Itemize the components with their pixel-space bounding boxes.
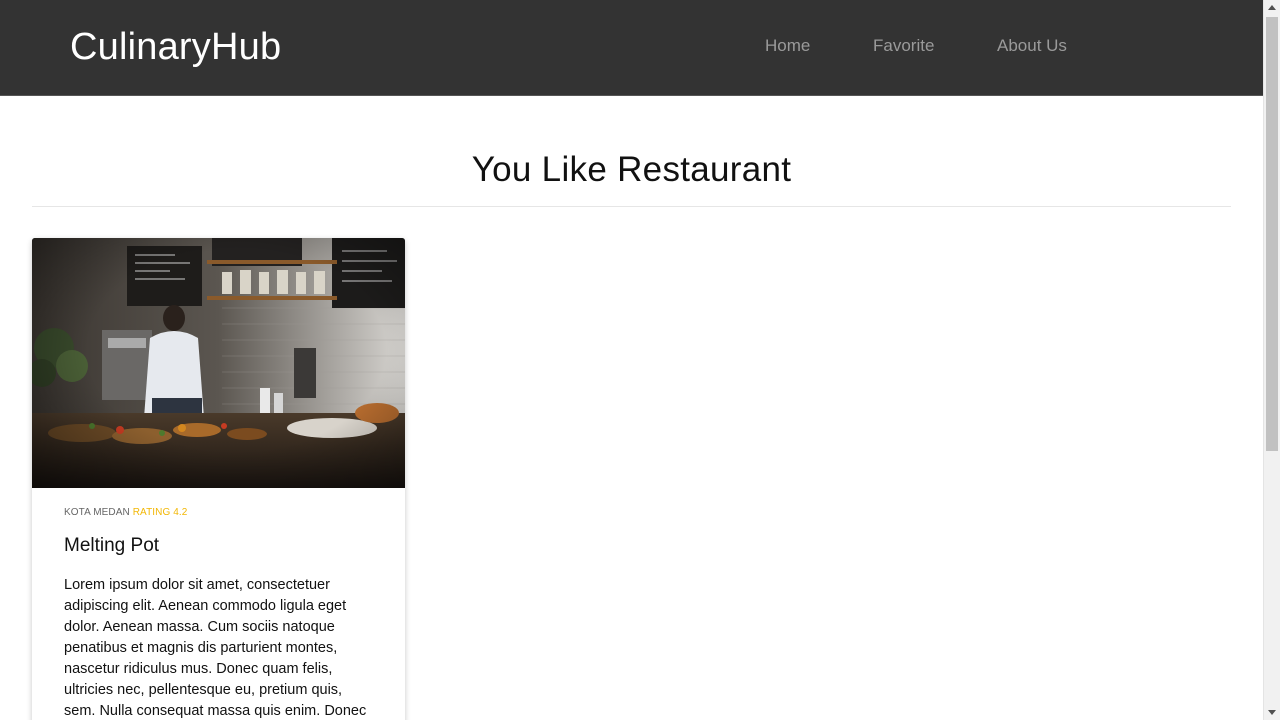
restaurant-meta: KOTA MEDAN RATING 4.2 — [64, 507, 373, 518]
restaurant-photo — [32, 238, 405, 488]
restaurant-city: KOTA MEDAN — [64, 507, 130, 518]
card-body: KOTA MEDAN RATING 4.2 Melting Pot Lorem … — [32, 488, 405, 720]
scrollbar-thumb[interactable] — [1266, 17, 1278, 451]
page-title: You Like Restaurant — [471, 150, 792, 189]
restaurant-description: Lorem ipsum dolor sit amet, consectetuer… — [64, 577, 367, 719]
section-divider — [32, 206, 1231, 207]
nav-home-link[interactable]: Home — [765, 36, 810, 56]
app-header: CulinaryHub Home Favorite About Us — [0, 0, 1263, 96]
restaurant-name[interactable]: Melting Pot — [64, 535, 373, 557]
restaurant-card[interactable]: KOTA MEDAN RATING 4.2 Melting Pot Lorem … — [32, 238, 405, 720]
scroll-up-arrow-icon[interactable] — [1268, 5, 1276, 10]
scroll-down-arrow-icon[interactable] — [1268, 710, 1276, 715]
vertical-scrollbar[interactable] — [1263, 0, 1280, 720]
brand-logo[interactable]: CulinaryHub — [70, 26, 281, 69]
page: CulinaryHub Home Favorite About Us You L… — [0, 0, 1280, 720]
nav-favorite-link[interactable]: Favorite — [873, 36, 934, 56]
restaurant-rating: RATING 4.2 — [132, 507, 188, 518]
nav-about-link[interactable]: About Us — [997, 36, 1067, 56]
